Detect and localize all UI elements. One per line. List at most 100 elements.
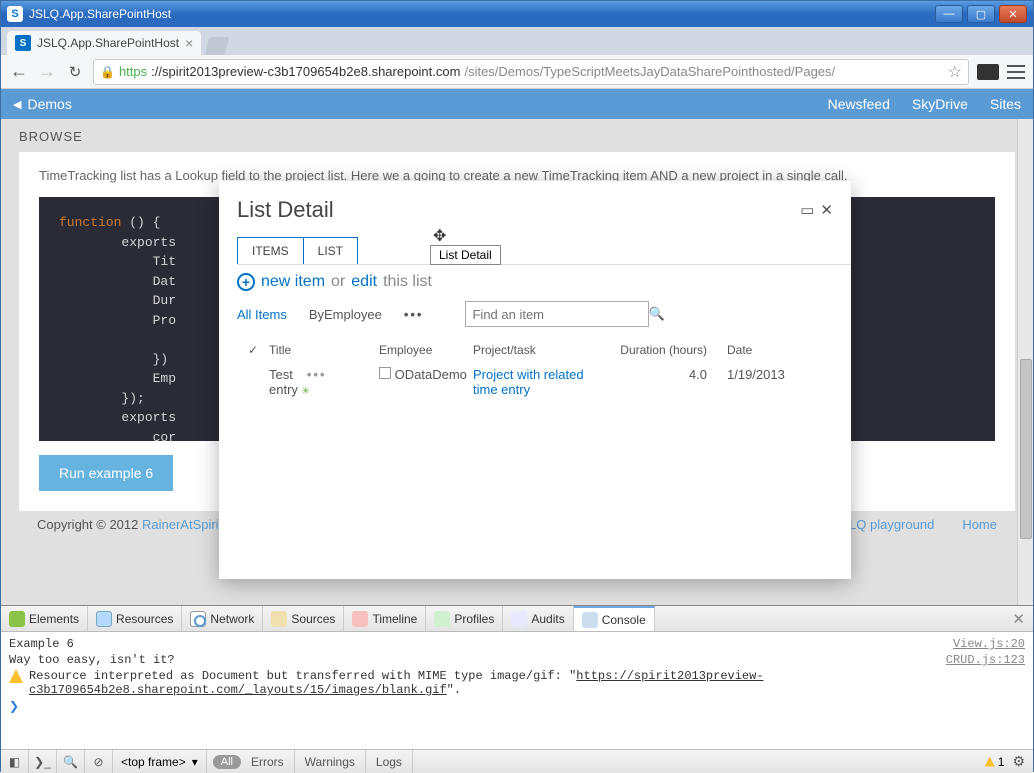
view-all-items[interactable]: All Items (237, 307, 287, 322)
nav-back-icon[interactable]: ◀ (13, 98, 21, 111)
table-row[interactable]: Test ••• entry ✳ ODataDemo Project with r… (237, 363, 833, 401)
author-link[interactable]: RainerAtSpirit (142, 517, 222, 532)
browser-tab[interactable]: S JSLQ.App.SharePointHost × (7, 31, 201, 55)
frame-selector[interactable]: <top frame>▾ (113, 750, 207, 773)
nav-demos-link[interactable]: Demos (27, 96, 71, 112)
dialog-actions: + new item or edit this list (219, 265, 851, 301)
edit-list-link[interactable]: edit (351, 273, 377, 291)
copyright-text: Copyright © 2012 (37, 517, 142, 532)
nav-sites[interactable]: Sites (990, 96, 1021, 112)
url-protocol: https (119, 64, 147, 79)
nav-skydrive[interactable]: SkyDrive (912, 96, 968, 112)
filter-logs[interactable]: Logs (366, 750, 413, 773)
tab-close-icon[interactable]: × (185, 35, 193, 51)
run-example-button[interactable]: Run example 6 (39, 455, 173, 491)
mobile-icon[interactable] (977, 64, 999, 80)
col-check[interactable]: ✓ (237, 343, 269, 357)
this-list-text: this list (383, 273, 432, 291)
timeline-icon (352, 611, 368, 627)
resources-icon (96, 611, 112, 627)
window-title: JSLQ.App.SharePointHost (29, 7, 935, 21)
new-tab-button[interactable] (205, 37, 230, 55)
col-project[interactable]: Project/task (473, 343, 611, 357)
row-menu-icon[interactable]: ••• (307, 367, 327, 382)
console-icon (582, 612, 598, 628)
col-duration[interactable]: Duration (hours) (611, 343, 727, 357)
dialog-tab-items[interactable]: ITEMS (237, 237, 304, 264)
clear-console-icon[interactable]: ⊘ (85, 750, 113, 773)
console-output[interactable]: Example 6View.js:20 Way too easy, isn't … (1, 632, 1033, 749)
dialog-tooltip: List Detail (430, 245, 501, 265)
network-icon (190, 611, 206, 627)
devtools-tab-network[interactable]: Network (182, 606, 263, 631)
filter-errors[interactable]: Errors (241, 750, 295, 773)
search-box[interactable]: 🔍 (465, 301, 649, 327)
devtools-tab-elements[interactable]: Elements (1, 606, 88, 631)
url-host: ://spirit2013preview-c3b1709654b2e8.shar… (151, 64, 460, 79)
url-path: /sites/Demos/TypeScriptMeetsJayDataShare… (464, 64, 835, 79)
vertical-scrollbar[interactable] (1017, 119, 1033, 605)
chevron-down-icon: ▾ (192, 755, 198, 769)
views-more-icon[interactable]: ••• (404, 307, 424, 322)
console-toggle-icon[interactable]: ❯_ (29, 750, 57, 773)
favicon: S (15, 35, 31, 51)
devtools-panel: Elements Resources Network Sources Timel… (1, 605, 1033, 773)
devtools-tab-console[interactable]: Console (574, 606, 655, 631)
filter-all[interactable]: All (213, 755, 241, 769)
bookmark-star-icon[interactable]: ☆ (948, 62, 962, 82)
lock-icon: 🔒 (100, 65, 115, 79)
search-status-icon[interactable]: 🔍 (57, 750, 85, 773)
settings-gear-icon[interactable]: ⚙ (1012, 753, 1025, 770)
console-source-link[interactable]: View.js:20 (953, 637, 1025, 651)
row-checkbox[interactable] (379, 367, 391, 379)
dialog-maximize-icon[interactable]: ▭ (800, 201, 814, 219)
move-cursor-icon: ✥ (433, 226, 446, 246)
window-close-button[interactable]: ✕ (999, 5, 1027, 23)
plus-icon[interactable]: + (237, 273, 255, 291)
dialog-tab-list[interactable]: LIST (304, 237, 358, 264)
search-input[interactable] (472, 307, 648, 322)
filter-warnings[interactable]: Warnings (295, 750, 366, 773)
search-icon[interactable]: 🔍 (648, 306, 664, 322)
audits-icon (511, 611, 527, 627)
view-by-employee[interactable]: ByEmployee (309, 307, 382, 322)
devtools-tabs: Elements Resources Network Sources Timel… (1, 606, 1033, 632)
address-bar: ← → ↻ 🔒 https ://spirit2013preview-c3b170… (1, 55, 1033, 89)
row-title-line2: entry (269, 382, 298, 397)
console-prompt-icon[interactable]: ❯ (9, 699, 19, 714)
new-indicator-icon: ✳ (302, 386, 310, 397)
elements-icon (9, 611, 25, 627)
devtools-tab-resources[interactable]: Resources (88, 606, 182, 631)
tab-title: JSLQ.App.SharePointHost (37, 36, 179, 50)
devtools-tab-sources[interactable]: Sources (263, 606, 344, 631)
warning-count[interactable]: 1 (985, 755, 1005, 769)
new-item-link[interactable]: new item (261, 273, 325, 291)
nav-newsfeed[interactable]: Newsfeed (828, 96, 890, 112)
window-minimize-button[interactable]: — (935, 5, 963, 23)
col-date[interactable]: Date (727, 343, 817, 357)
devtools-tab-audits[interactable]: Audits (503, 606, 573, 631)
window-maximize-button[interactable]: ▢ (967, 5, 995, 23)
scrollbar-thumb[interactable] (1020, 359, 1032, 539)
col-title[interactable]: Title (269, 343, 379, 357)
ribbon-browse-tab[interactable]: BROWSE (19, 129, 1015, 144)
warning-icon (9, 669, 23, 683)
dialog-close-icon[interactable]: ✕ (820, 201, 833, 219)
back-button[interactable]: ← (9, 62, 29, 82)
devtools-tab-timeline[interactable]: Timeline (344, 606, 426, 631)
col-employee[interactable]: Employee (379, 343, 473, 357)
devtools-close-icon[interactable]: ✕ (1012, 610, 1025, 628)
browser-menu-icon[interactable] (1007, 63, 1025, 81)
url-input[interactable]: 🔒 https ://spirit2013preview-c3b1709654b2… (93, 59, 969, 85)
list-detail-dialog: List Detail ▭ ✕ ITEMS LIST + new item or… (219, 181, 851, 579)
row-title-line1: Test (269, 367, 293, 382)
row-project-link[interactable]: Project with related time entry (473, 367, 584, 397)
reload-button[interactable]: ↻ (65, 62, 85, 82)
or-text: or (331, 273, 345, 291)
forward-button: → (37, 62, 57, 82)
dock-icon[interactable]: ◧ (1, 750, 29, 773)
row-employee: ODataDemo (395, 367, 467, 382)
footer-link-home[interactable]: Home (962, 517, 997, 532)
console-source-link[interactable]: CRUD.js:123 (946, 653, 1025, 667)
devtools-tab-profiles[interactable]: Profiles (426, 606, 503, 631)
